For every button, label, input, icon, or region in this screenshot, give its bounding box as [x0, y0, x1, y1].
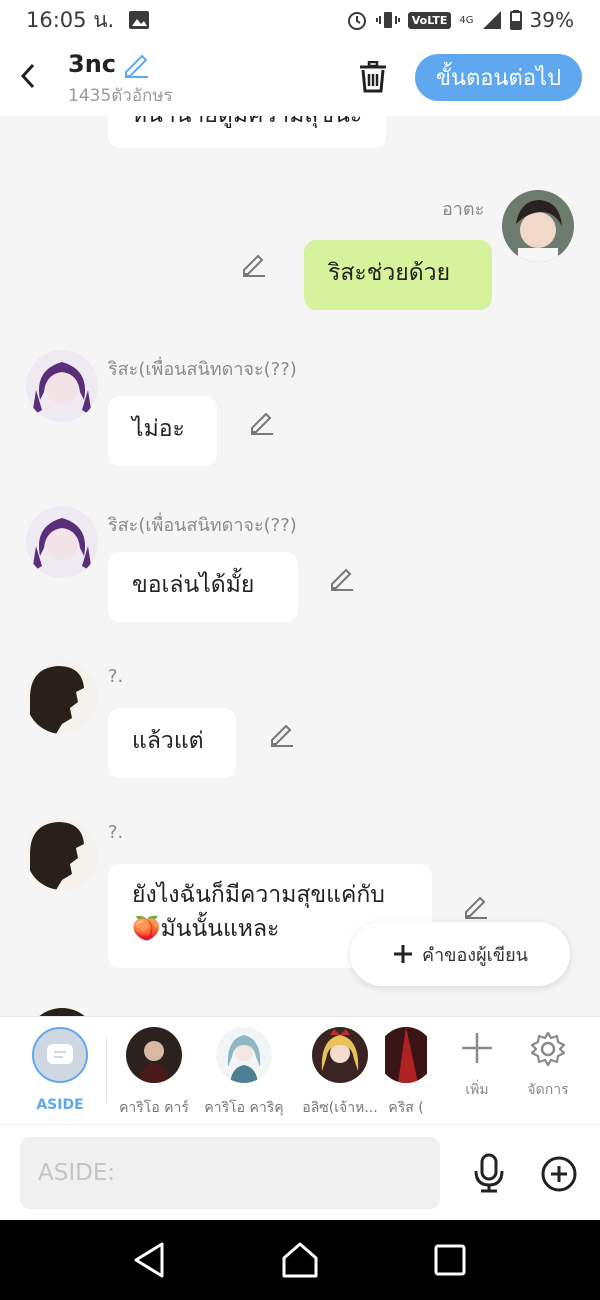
- author-note-button[interactable]: คำของผู้เขียน: [350, 922, 570, 986]
- plus-icon: [394, 945, 413, 963]
- character-count: 1435ตัวอักษร: [68, 86, 173, 106]
- network-type: 4G: [459, 14, 474, 26]
- alarm-icon: [347, 12, 366, 30]
- edit-message-icon[interactable]: [248, 408, 276, 436]
- nav-home-icon[interactable]: [280, 1240, 320, 1280]
- character-item[interactable]: คาริโอ คาร์: [109, 1027, 199, 1119]
- manage-button[interactable]: จัดการ: [518, 1031, 578, 1101]
- character-item[interactable]: คริส (: [385, 1027, 427, 1119]
- header: 3nc 1435ตัวอักษร ขั้นตอนต่อไป: [0, 40, 600, 116]
- sender-name: อาตะ: [442, 199, 485, 220]
- character-bar: ASIDE คาริโอ คาร์ คาริโอ คาริคุ อลิซ(เจ้…: [0, 1016, 600, 1124]
- avatar[interactable]: [26, 1008, 98, 1016]
- edit-message-icon[interactable]: [328, 564, 356, 592]
- avatar[interactable]: [502, 190, 574, 262]
- system-nav-bar: [0, 1220, 600, 1300]
- message-input[interactable]: [20, 1137, 440, 1209]
- avatar[interactable]: [26, 818, 98, 890]
- plus-icon: [462, 1033, 492, 1063]
- add-character-button[interactable]: เพิ่ม: [447, 1031, 507, 1101]
- message-bubble[interactable]: ริสะช่วยด้วย: [304, 240, 492, 310]
- back-button[interactable]: [14, 58, 42, 94]
- edit-message-icon[interactable]: [268, 720, 296, 748]
- delete-button[interactable]: [354, 58, 392, 96]
- nav-recents-icon[interactable]: [430, 1240, 470, 1280]
- edit-title-icon[interactable]: [122, 50, 150, 78]
- avatar[interactable]: [26, 506, 98, 578]
- character-aside[interactable]: ASIDE: [15, 1027, 105, 1113]
- volte-badge: VoLTE: [407, 11, 452, 29]
- avatar[interactable]: [26, 350, 98, 422]
- vibrate-icon: [375, 12, 400, 28]
- page-title: 3nc: [68, 50, 117, 78]
- next-step-button[interactable]: ขั้นตอนต่อไป: [415, 54, 582, 101]
- edit-message-icon[interactable]: [462, 892, 490, 920]
- add-circle-icon[interactable]: [540, 1155, 578, 1193]
- sender-name: ริสะ(เพื่อนสนิทดาจะ(??): [108, 515, 297, 536]
- chevron-left-icon: [20, 63, 35, 89]
- input-bar: [0, 1124, 600, 1220]
- signal-icon: [482, 11, 501, 29]
- battery-icon: [509, 10, 522, 30]
- gallery-icon: [129, 11, 150, 29]
- trash-icon: [360, 61, 386, 93]
- message-bubble[interactable]: ไม่อะ: [108, 396, 217, 466]
- character-item[interactable]: อลิซ(เจ้าห...: [295, 1027, 385, 1119]
- message-bubble[interactable]: แล้วแต่: [108, 708, 236, 778]
- message-bubble[interactable]: ขอเล่นได้มั้ย: [108, 552, 298, 622]
- gear-icon: [530, 1031, 566, 1067]
- microphone-icon[interactable]: [470, 1153, 508, 1193]
- nav-back-icon[interactable]: [130, 1240, 170, 1280]
- chat-bubble-icon: [47, 1044, 73, 1064]
- avatar[interactable]: [26, 662, 98, 734]
- message-bubble[interactable]: หน้านายดูมีความสุขนะ: [108, 116, 387, 148]
- sender-name: ริสะ(เพื่อนสนิทดาจะ(??): [108, 359, 297, 380]
- divider: [106, 1037, 107, 1103]
- character-item[interactable]: คาริโอ คาริคุ: [199, 1027, 289, 1119]
- status-time: 16:05 น.: [26, 7, 115, 32]
- sender-name: ?.: [108, 822, 124, 843]
- battery-percent: 39%: [529, 8, 574, 32]
- sender-name: ?.: [108, 666, 124, 687]
- edit-message-icon[interactable]: [240, 250, 268, 278]
- status-bar: 16:05 น. VoLTE 4G 39%: [0, 0, 600, 40]
- chat-area[interactable]: หน้านายดูมีความสุขนะ อาตะ ริสะช่วยด้วย ร…: [0, 116, 600, 1016]
